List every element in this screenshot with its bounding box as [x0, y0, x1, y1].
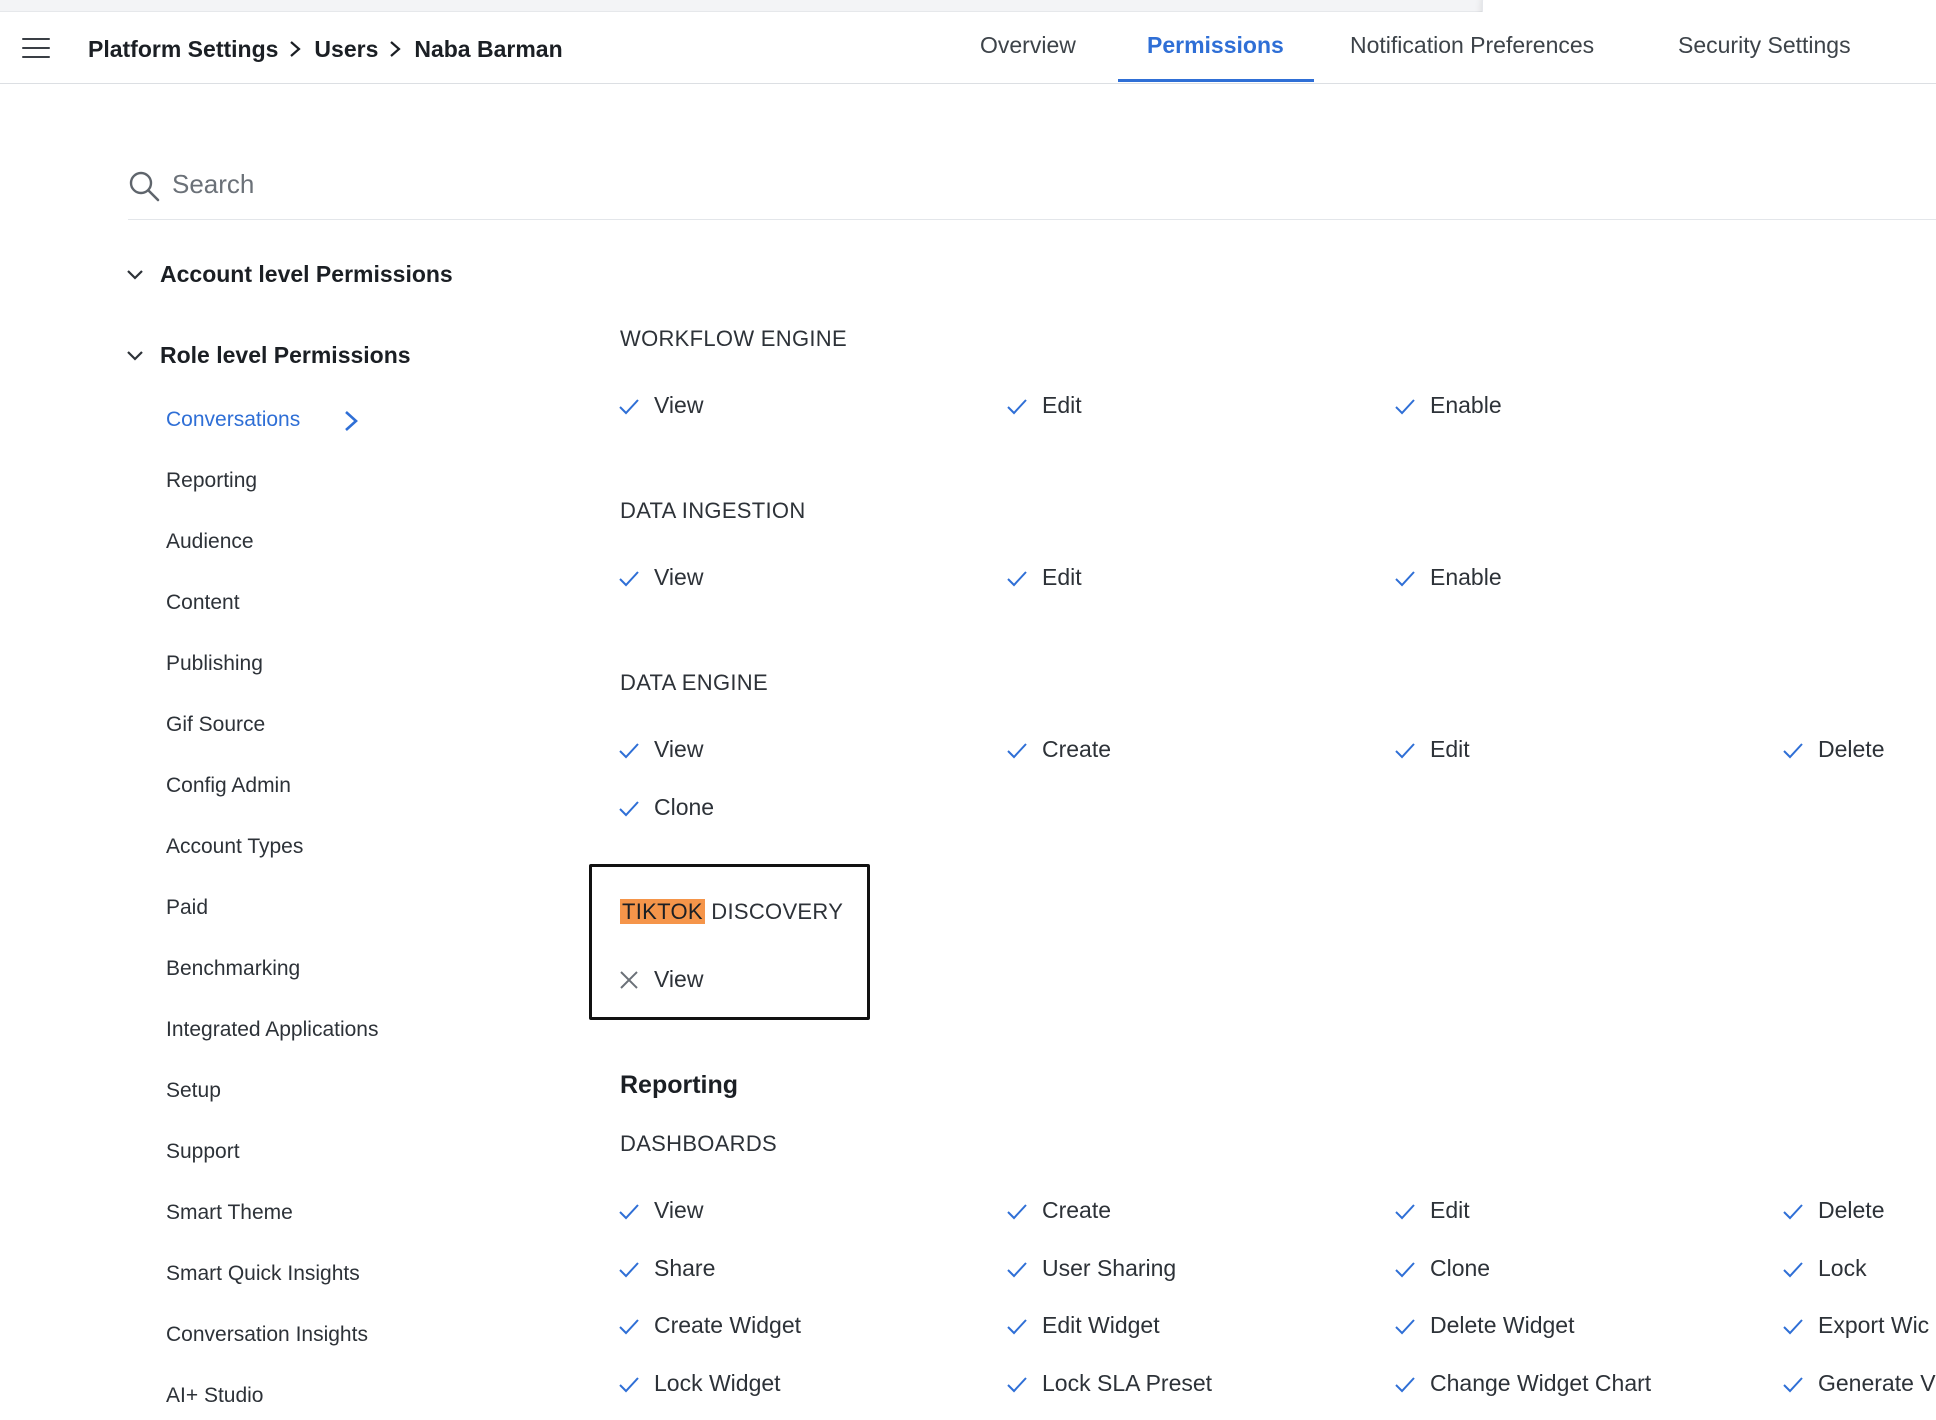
- nav-item-smart-theme[interactable]: Smart Theme: [166, 1201, 293, 1225]
- nav-item-benchmarking[interactable]: Benchmarking: [166, 957, 300, 981]
- app-header: Platform Settings Users Naba Barman Over…: [0, 12, 1936, 84]
- check-icon: [1395, 570, 1415, 586]
- check-icon: [619, 570, 639, 586]
- group-title-data-engine: DATA ENGINE: [620, 670, 768, 695]
- permission-item: User Sharing: [1006, 1255, 1176, 1282]
- nav-item-smart-quick-insights[interactable]: Smart Quick Insights: [166, 1262, 360, 1286]
- permission-item: View: [618, 736, 703, 763]
- check-icon: [1007, 1376, 1027, 1392]
- permission-item: Share: [618, 1255, 715, 1282]
- permission-item: Delete: [1782, 736, 1884, 763]
- search-match-highlight: TIKTOK: [620, 899, 705, 924]
- nav-item-gif-source[interactable]: Gif Source: [166, 713, 265, 737]
- check-icon: [1007, 1261, 1027, 1277]
- permission-item: Edit: [1006, 392, 1082, 419]
- check-icon: [1395, 1203, 1415, 1219]
- permission-item: Export Wic: [1782, 1312, 1929, 1339]
- permission-item: View: [618, 1197, 703, 1224]
- nav-item-ai-studio[interactable]: AI+ Studio: [166, 1384, 263, 1408]
- check-icon: [1395, 1318, 1415, 1334]
- permission-item: Edit: [1006, 564, 1082, 591]
- permission-item: Clone: [618, 794, 714, 821]
- tab-bar: Overview Permissions Notification Prefer…: [0, 12, 1936, 84]
- group-title-dashboards: DASHBOARDS: [620, 1131, 778, 1156]
- check-icon: [1007, 398, 1027, 414]
- check-icon: [619, 1261, 639, 1277]
- check-icon: [619, 398, 639, 414]
- group-title-data-ingestion: DATA INGESTION: [620, 498, 806, 523]
- permission-item: Lock: [1782, 1255, 1867, 1282]
- check-icon: [1395, 1376, 1415, 1392]
- account-permissions-toggle[interactable]: Account level Permissions: [124, 261, 453, 288]
- permission-item: Enable: [1394, 564, 1502, 591]
- tab-permissions[interactable]: Permissions: [1147, 32, 1284, 59]
- permission-item: Lock Widget: [618, 1370, 781, 1397]
- permission-item: Enable: [1394, 392, 1502, 419]
- nav-item-audience[interactable]: Audience: [166, 530, 254, 554]
- nav-item-paid[interactable]: Paid: [166, 896, 208, 920]
- tab-overview[interactable]: Overview: [980, 32, 1076, 59]
- nav-item-setup[interactable]: Setup: [166, 1079, 221, 1103]
- permission-item: Create Widget: [618, 1312, 801, 1339]
- permission-item: Change Widget Chart: [1394, 1370, 1651, 1397]
- nav-item-conversation-insights[interactable]: Conversation Insights: [166, 1323, 368, 1347]
- check-icon: [619, 742, 639, 758]
- nav-item-support[interactable]: Support: [166, 1140, 240, 1164]
- reporting-heading: Reporting: [620, 1071, 739, 1099]
- permission-item: View: [618, 966, 703, 993]
- role-permissions-toggle[interactable]: Role level Permissions: [124, 342, 411, 369]
- permission-item: Create: [1006, 1197, 1111, 1224]
- nav-item-reporting[interactable]: Reporting: [166, 469, 257, 493]
- check-icon: [619, 1376, 639, 1392]
- check-icon: [619, 1203, 639, 1219]
- group-title-tiktok-discovery: TIKTOK DISCOVERY: [620, 899, 844, 924]
- check-icon: [1007, 570, 1027, 586]
- nav-item-integrated-applications[interactable]: Integrated Applications: [166, 1018, 378, 1042]
- tab-notification-preferences[interactable]: Notification Preferences: [1350, 32, 1594, 59]
- nav-item-publishing[interactable]: Publishing: [166, 652, 263, 676]
- nav-item-account-types[interactable]: Account Types: [166, 835, 303, 859]
- permission-item: Delete: [1782, 1197, 1884, 1224]
- highlight-box: [589, 864, 870, 1020]
- permission-item: View: [618, 564, 703, 591]
- permission-item: Create: [1006, 736, 1111, 763]
- permission-item: Lock SLA Preset: [1006, 1370, 1212, 1397]
- check-icon: [1395, 1261, 1415, 1277]
- check-icon: [1395, 398, 1415, 414]
- search-bar: [128, 160, 1936, 220]
- check-icon: [1007, 742, 1027, 758]
- permission-item: Generate V: [1782, 1370, 1936, 1397]
- permission-item: View: [618, 392, 703, 419]
- role-permissions-label: Role level Permissions: [160, 342, 411, 368]
- permission-item: Delete Widget: [1394, 1312, 1574, 1339]
- group-title-workflow-engine: WORKFLOW ENGINE: [620, 326, 847, 351]
- check-icon: [1783, 1318, 1803, 1334]
- check-icon: [1783, 1203, 1803, 1219]
- check-icon: [1783, 1261, 1803, 1277]
- chevron-down-icon: [127, 269, 143, 280]
- permission-item: Edit Widget: [1006, 1312, 1160, 1339]
- search-icon: [129, 171, 160, 202]
- active-tab-indicator: [1118, 79, 1314, 82]
- permission-item: Clone: [1394, 1255, 1490, 1282]
- account-permissions-label: Account level Permissions: [160, 261, 453, 287]
- nav-item-conversations[interactable]: Conversations: [166, 408, 300, 432]
- check-icon: [1007, 1203, 1027, 1219]
- chevron-right-icon: [345, 411, 358, 431]
- permission-item: Edit: [1394, 1197, 1470, 1224]
- check-icon: [1783, 1376, 1803, 1392]
- permission-item: Edit: [1394, 736, 1470, 763]
- chevron-down-icon: [127, 350, 143, 361]
- check-icon: [619, 800, 639, 816]
- tab-security-settings[interactable]: Security Settings: [1678, 32, 1851, 59]
- nav-item-content[interactable]: Content: [166, 591, 240, 615]
- check-icon: [1395, 742, 1415, 758]
- nav-item-config-admin[interactable]: Config Admin: [166, 774, 291, 798]
- check-icon: [619, 1318, 639, 1334]
- check-icon: [1783, 742, 1803, 758]
- close-icon: [620, 970, 638, 989]
- search-input[interactable]: [172, 166, 1072, 202]
- check-icon: [1007, 1318, 1027, 1334]
